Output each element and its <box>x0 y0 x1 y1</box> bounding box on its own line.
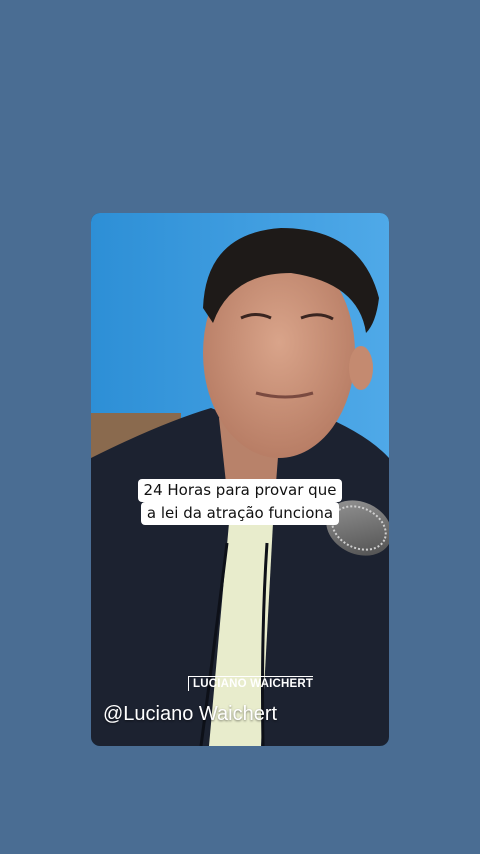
video-card[interactable]: 24 Horas para provar que a lei da atraçã… <box>91 213 389 746</box>
caption-line-1: 24 Horas para provar que <box>137 479 343 502</box>
brand-logo: LUCIANO WAICHERT <box>188 676 314 691</box>
creator-handle: @Luciano Waichert <box>103 703 278 725</box>
caption-line-2: a lei da atração funciona <box>140 502 340 525</box>
caption-box: 24 Horas para provar que a lei da atraçã… <box>91 479 389 525</box>
